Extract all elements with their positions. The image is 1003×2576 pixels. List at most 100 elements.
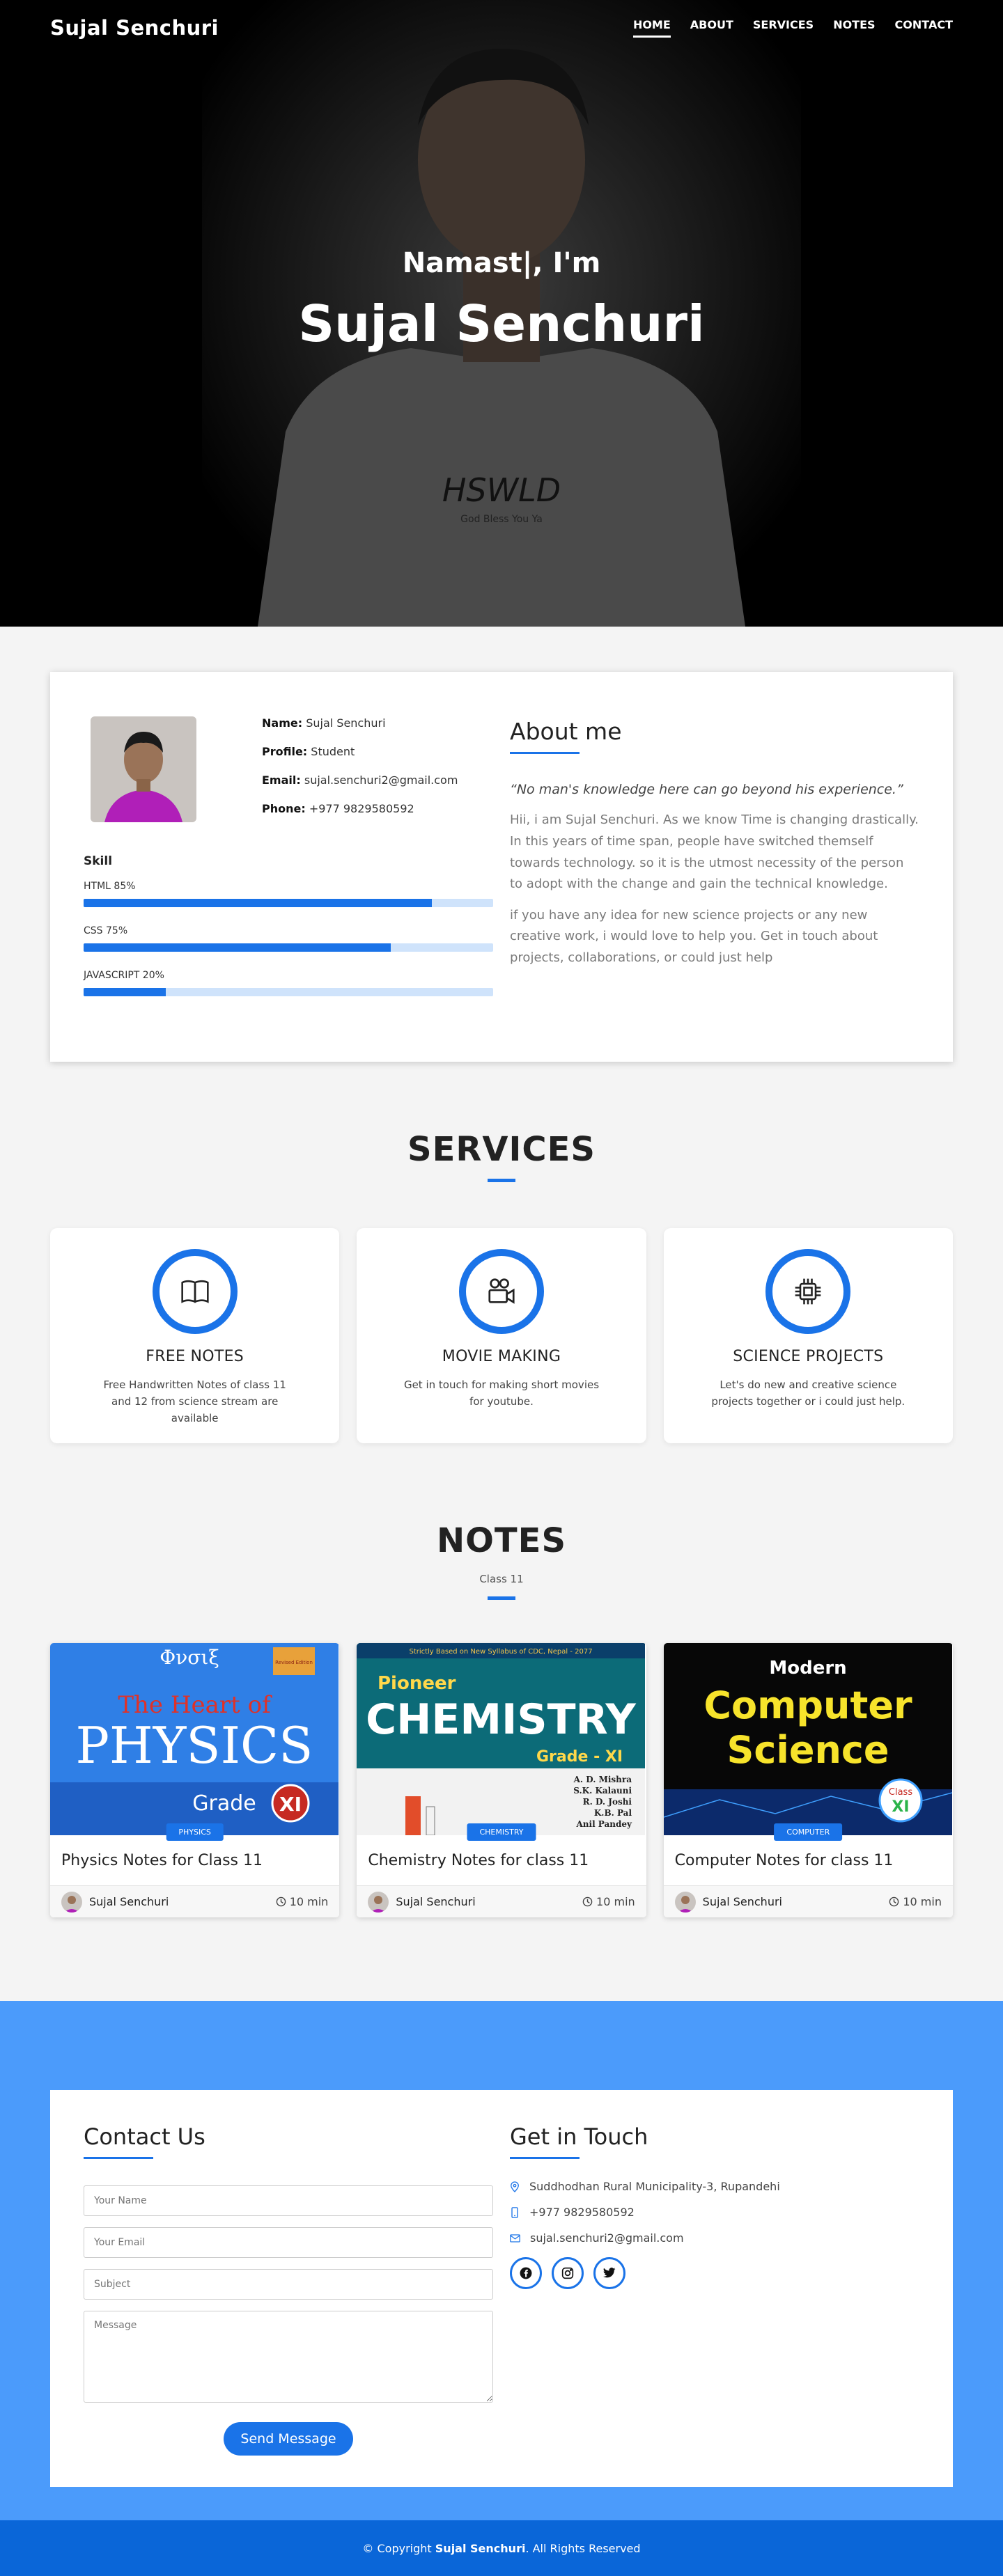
note-footer: Sujal Senchuri 10 min [357, 1885, 646, 1917]
phone-text[interactable]: +977 9829580592 [529, 2206, 635, 2219]
subject-input[interactable] [84, 2269, 493, 2300]
skill-progress-bar [84, 943, 493, 952]
service-text: Let's do new and creative science projec… [711, 1379, 905, 1408]
info-email: Email: sujal.senchuri2@gmail.com [262, 773, 458, 787]
read-time: 10 min [582, 1895, 635, 1908]
skill-label: CSS 75% [84, 925, 128, 936]
nav-notes[interactable]: NOTES [833, 18, 875, 38]
title-underline [488, 1179, 515, 1182]
read-time-text: 10 min [596, 1895, 635, 1908]
cover-text: A. D. Mishra [573, 1775, 632, 1784]
phone-icon [511, 2206, 518, 2218]
notes-section: NOTES Class 11 Φνσιξ Revised Edition The… [0, 1521, 1003, 1917]
profile-photo [91, 716, 196, 822]
contact-address: Suddhodhan Rural Municipality-3, Rupande… [510, 2180, 919, 2193]
nav-contact[interactable]: CONTACT [895, 18, 953, 38]
cover-text: Grade - XI [536, 1748, 623, 1766]
cover-text: S.K. Kalauni [574, 1786, 632, 1796]
name-input[interactable] [84, 2185, 493, 2216]
nav-about[interactable]: ABOUT [690, 18, 733, 38]
hero-section: HSWLD God Bless You Ya Sujal Senchuri HO… [0, 0, 1003, 627]
service-card-movie-making[interactable]: MOVIE MAKING Get in touch for making sho… [357, 1228, 646, 1443]
cover-text: R. D. Joshi [583, 1797, 632, 1807]
notes-title: NOTES [436, 1521, 567, 1560]
note-title[interactable]: Physics Notes for Class 11 [61, 1852, 339, 1869]
avatar [368, 1891, 389, 1913]
read-time-text: 10 min [289, 1895, 329, 1908]
avatar [61, 1891, 82, 1913]
about-right-column: About me “No man's knowledge here can go… [510, 716, 919, 1006]
service-card-free-notes[interactable]: FREE NOTES Free Handwritten Notes of cla… [50, 1228, 340, 1443]
category-badge[interactable]: PHYSICS [166, 1823, 224, 1841]
contact-phone: +977 9829580592 [510, 2206, 919, 2219]
skill-progress-bar [84, 988, 493, 996]
services-section: SERVICES FREE NOTES Free Handwritten Not… [0, 1130, 1003, 1443]
skill-html: HTML 85% [84, 881, 493, 907]
brand-logo[interactable]: Sujal Senchuri [50, 16, 219, 40]
note-author: Sujal Senchuri [61, 1891, 169, 1913]
clock-icon [582, 1896, 593, 1907]
service-title: SCIENCE PROJECTS [733, 1348, 884, 1365]
chemistry-book-cover: Strictly Based on New Syllabus of CDC, N… [357, 1643, 646, 1835]
title-underline [84, 2157, 153, 2159]
nav-home[interactable]: HOME [632, 18, 671, 38]
cover-text: PHYSICS [76, 1716, 313, 1775]
note-card-computer[interactable]: Modern Computer Science Class XI COMPUTE… [663, 1643, 953, 1917]
address-text: Suddhodhan Rural Municipality-3, Rupande… [529, 2180, 780, 2193]
service-text: Free Handwritten Notes of class 11 and 1… [103, 1379, 286, 1424]
note-title[interactable]: Computer Notes for class 11 [675, 1852, 953, 1869]
contact-title: Contact Us [84, 2123, 205, 2150]
about-paragraph: if you have any idea for new science pro… [510, 907, 878, 965]
email-text[interactable]: sujal.senchuri2@gmail.com [530, 2231, 684, 2245]
book-icon [152, 1249, 238, 1334]
read-time-text: 10 min [903, 1895, 942, 1908]
instagram-icon[interactable] [552, 2257, 584, 2289]
author-name: Sujal Senchuri [702, 1895, 782, 1908]
cover-text: CHEMISTRY [366, 1695, 637, 1744]
read-time: 10 min [276, 1895, 329, 1908]
send-message-button[interactable]: Send Message [224, 2422, 353, 2456]
location-pin-icon [511, 2181, 519, 2192]
cover-text: Φνσιξ [160, 1646, 219, 1669]
hero-shirt-subtext: God Bless You Ya [460, 514, 543, 525]
read-time: 10 min [889, 1895, 942, 1908]
info-phone: Phone: +977 9829580592 [262, 802, 414, 815]
skill-label: HTML 85% [84, 881, 136, 892]
services-title: SERVICES [407, 1130, 596, 1169]
category-badge[interactable]: COMPUTER [774, 1823, 843, 1841]
service-card-science-projects[interactable]: SCIENCE PROJECTS Let's do new and creati… [663, 1228, 953, 1443]
cover-text: Strictly Based on New Syllabus of CDC, N… [410, 1648, 593, 1656]
cover-text: Revised Edition [275, 1660, 313, 1665]
physics-book-cover: Φνσιξ Revised Edition The Heart of PHYSI… [50, 1643, 339, 1835]
message-textarea[interactable] [84, 2311, 493, 2403]
title-underline [510, 752, 580, 754]
facebook-icon[interactable] [510, 2257, 542, 2289]
nav-services[interactable]: SERVICES [753, 18, 814, 38]
note-author: Sujal Senchuri [674, 1891, 782, 1913]
category-badge[interactable]: CHEMISTRY [467, 1823, 536, 1841]
main-nav: HOME ABOUT SERVICES NOTES CONTACT [632, 18, 953, 38]
navbar: Sujal Senchuri HOME ABOUT SERVICES NOTES… [0, 0, 1003, 56]
contact-section: Contact Us Send Message Get in Touch Sud… [0, 2001, 1003, 2520]
email-input[interactable] [84, 2227, 493, 2258]
copyright-name: Sujal Senchuri [435, 2541, 526, 2555]
service-text: Get in touch for making short movies for… [403, 1379, 600, 1408]
info-name: Name: Sujal Senchuri [262, 716, 386, 730]
cover-text: Pioneer [378, 1673, 456, 1694]
note-title[interactable]: Chemistry Notes for class 11 [368, 1852, 646, 1869]
cover-text: Class [889, 1787, 912, 1798]
about-section: Name: Sujal Senchuri Profile: Student Em… [50, 672, 953, 1062]
note-card-physics[interactable]: Φνσιξ Revised Edition The Heart of PHYSI… [50, 1643, 340, 1917]
service-title: FREE NOTES [146, 1348, 244, 1365]
twitter-icon[interactable] [593, 2257, 625, 2289]
hero-text: Namast|, I'm Sujal Senchuri [0, 247, 1003, 353]
service-title: MOVIE MAKING [442, 1348, 561, 1365]
skill-css: CSS 75% [84, 925, 493, 952]
note-card-chemistry[interactable]: Strictly Based on New Syllabus of CDC, N… [357, 1643, 646, 1917]
cover-text: Grade [192, 1791, 256, 1816]
envelope-icon [510, 2233, 520, 2243]
get-in-touch-title: Get in Touch [510, 2123, 648, 2150]
author-name: Sujal Senchuri [396, 1895, 476, 1908]
cover-text: K.B. Pal [594, 1808, 632, 1818]
note-footer: Sujal Senchuri 10 min [50, 1885, 340, 1917]
